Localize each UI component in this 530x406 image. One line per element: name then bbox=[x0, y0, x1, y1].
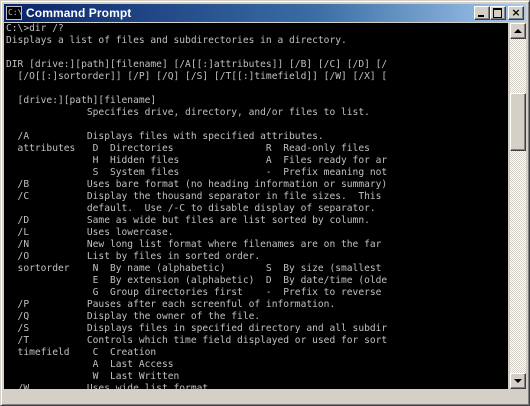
console-line: sortorder N By name (alphabetic) S By si… bbox=[6, 263, 388, 274]
scroll-up-button[interactable] bbox=[510, 23, 526, 39]
console-line: G Group directories first - Prefix to re… bbox=[6, 287, 388, 298]
console-line: C:\>dir /? bbox=[6, 23, 64, 34]
console-line: Specifies drive, directory, and/or files… bbox=[6, 107, 370, 118]
window-controls: × bbox=[474, 6, 524, 20]
maximize-icon bbox=[491, 7, 505, 19]
console-line: /L Uses lowercase. bbox=[6, 227, 174, 238]
title-bar[interactable]: C:\ Command Prompt × bbox=[4, 4, 526, 22]
console-line: timefield C Creation bbox=[6, 347, 157, 358]
console-line: /T Controls which time field displayed o… bbox=[6, 335, 388, 346]
console-line: [drive:][path][filename] bbox=[6, 95, 157, 106]
console-line: /N New long list format where filenames … bbox=[6, 239, 388, 250]
maximize-button[interactable] bbox=[490, 6, 506, 20]
console-line: /B Uses bare format (no heading informat… bbox=[6, 179, 388, 190]
console-line: A Last Access bbox=[6, 359, 174, 370]
scroll-down-arrow-icon bbox=[514, 379, 522, 383]
minimize-button[interactable] bbox=[474, 6, 490, 20]
close-icon: × bbox=[511, 6, 521, 19]
console-line: [/O[[:]sortorder]] [/P] [/Q] [/S] [/T[[:… bbox=[6, 71, 388, 82]
console-line: E By extension (alphabetic) D By date/ti… bbox=[6, 275, 388, 286]
console-line: /C Display the thousand separator in fil… bbox=[6, 191, 388, 202]
console-line: /W Uses wide list format. bbox=[6, 383, 214, 389]
console-line: DIR [drive:][path][filename] [/A[[:]attr… bbox=[6, 59, 388, 70]
minimize-icon bbox=[475, 7, 489, 19]
window-title: Command Prompt bbox=[26, 6, 132, 20]
scroll-down-button[interactable] bbox=[510, 373, 526, 389]
console-line: default. Use /-C to disable display of s… bbox=[6, 203, 376, 214]
console-line: H Hidden files A Files ready for ar bbox=[6, 155, 388, 166]
vertical-scrollbar[interactable] bbox=[510, 23, 526, 389]
command-prompt-window: C:\ Command Prompt × C:\>dir /? Displays… bbox=[0, 0, 530, 406]
window-bottom-edge bbox=[4, 390, 526, 403]
console-line: /S Displays files in specified directory… bbox=[6, 323, 388, 334]
console-line: W Last Written bbox=[6, 371, 180, 382]
close-button[interactable]: × bbox=[508, 6, 524, 20]
console-line: /O List by files in sorted order. bbox=[6, 251, 261, 262]
scroll-up-arrow-icon bbox=[514, 29, 522, 33]
console-line: /P Pauses after each screenful of inform… bbox=[6, 299, 336, 310]
console-line: attributes D Directories R Read-only fil… bbox=[6, 143, 370, 154]
console-line: Displays a list of files and subdirector… bbox=[6, 35, 347, 46]
console-line: /Q Display the owner of the file. bbox=[6, 311, 261, 322]
console-line: /D Same as wide but files are list sorte… bbox=[6, 215, 370, 226]
console-icon[interactable]: C:\ bbox=[6, 6, 22, 20]
console-text: C:\>dir /? Displays a list of files and … bbox=[4, 23, 508, 389]
scroll-thumb[interactable] bbox=[510, 93, 526, 151]
console-line: S System files - Prefix meaning not bbox=[6, 167, 388, 178]
console-output[interactable]: C:\>dir /? Displays a list of files and … bbox=[4, 23, 508, 389]
console-line: /A Displays files with specified attribu… bbox=[6, 131, 324, 142]
